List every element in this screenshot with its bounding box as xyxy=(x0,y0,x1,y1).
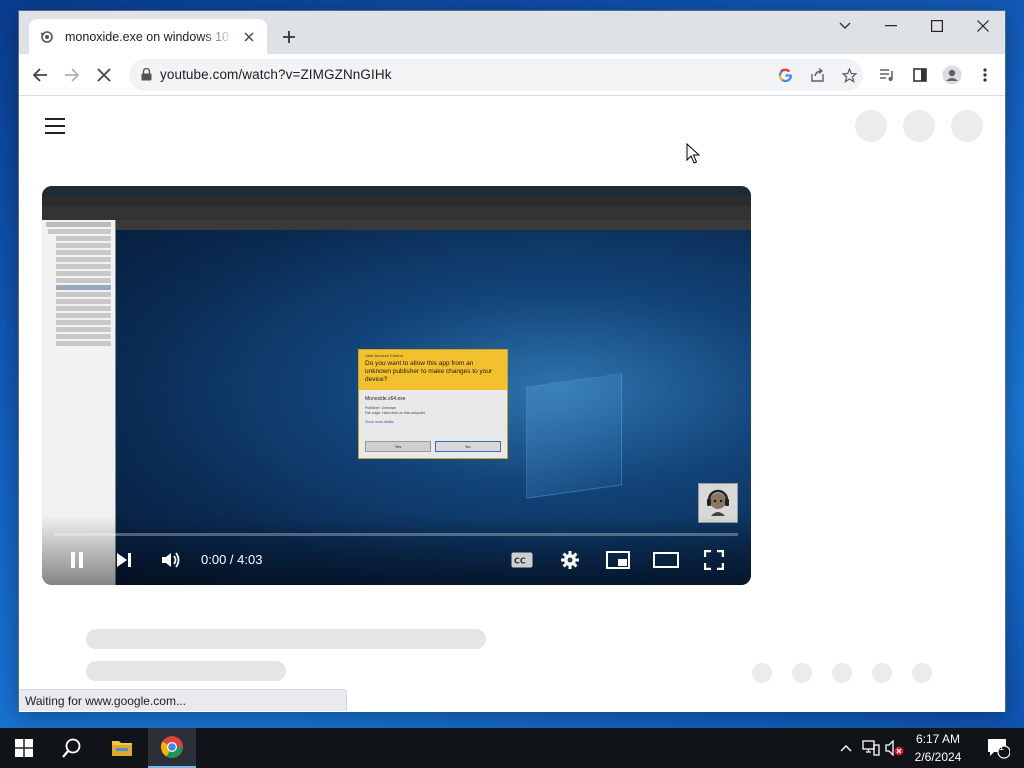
network-icon[interactable] xyxy=(860,728,882,768)
uac-header: User Account Control xyxy=(365,353,403,358)
uac-app-name: Monoxide.x64.exe xyxy=(365,396,406,402)
search-icon[interactable] xyxy=(48,728,96,768)
action-skeleton xyxy=(872,663,892,683)
uac-details-link: Show more details xyxy=(365,420,394,424)
browser-tab[interactable]: monoxide.exe on windows 10 (d xyxy=(29,19,267,54)
new-tab-button[interactable] xyxy=(278,26,300,48)
uac-yes-button: Yes xyxy=(365,441,431,452)
lock-icon[interactable] xyxy=(141,67,152,86)
video-vm-menubar xyxy=(42,196,751,206)
next-video-button[interactable] xyxy=(113,549,135,571)
action-skeleton xyxy=(752,663,772,683)
system-clock[interactable]: 6:17 AM 2/6/2024 xyxy=(905,730,971,766)
windows-taskbar: 6:17 AM 2/6/2024 1 xyxy=(0,728,1024,768)
start-button[interactable] xyxy=(0,728,48,768)
audio-playing-favicon-icon xyxy=(39,29,55,45)
svg-text:CC: CC xyxy=(514,557,526,566)
media-queue-icon[interactable] xyxy=(876,64,898,86)
bookmark-star-icon[interactable] xyxy=(839,65,859,85)
browser-toolbar: youtube.com/watch?v=ZIMGZNnGIHk xyxy=(19,54,1005,96)
clock-time: 6:17 AM xyxy=(915,732,961,746)
pause-button[interactable] xyxy=(66,549,88,571)
windows-logo-wallpaper xyxy=(526,373,622,499)
video-vm-toolbar xyxy=(42,206,751,220)
back-button[interactable] xyxy=(27,62,53,88)
fullscreen-icon[interactable] xyxy=(703,549,725,571)
show-hidden-icons-chevron-icon[interactable] xyxy=(836,728,856,768)
placeholder-icon xyxy=(855,110,887,142)
maximize-button[interactable] xyxy=(914,11,960,41)
uac-publisher: Publisher: Unknown xyxy=(365,406,397,410)
status-bubble: Waiting for www.google.com... xyxy=(19,689,347,711)
channel-skeleton xyxy=(86,661,286,681)
google-lens-icon[interactable] xyxy=(775,65,795,85)
tab-search-icon[interactable] xyxy=(822,11,868,41)
side-panel-icon[interactable] xyxy=(909,64,931,86)
theater-mode-icon[interactable] xyxy=(653,549,679,571)
uac-dialog: User Account Control Do you want to allo… xyxy=(358,349,508,459)
tab-close-icon[interactable] xyxy=(241,29,257,45)
captions-icon[interactable]: CC xyxy=(510,549,534,571)
action-skeleton xyxy=(912,663,932,683)
volume-muted-icon[interactable] xyxy=(884,728,906,768)
volume-icon[interactable] xyxy=(160,549,182,571)
progress-bar-fill xyxy=(54,533,89,536)
url-text[interactable]: youtube.com/watch?v=ZIMGZNnGIHk xyxy=(160,67,392,82)
video-vm-titlebar xyxy=(42,186,751,196)
file-explorer-icon[interactable] xyxy=(98,728,146,768)
profile-avatar-icon[interactable] xyxy=(941,64,963,86)
youtube-page: User Account Control Do you want to allo… xyxy=(19,97,1005,712)
browser-window: monoxide.exe on windows 10 (d youtube.co… xyxy=(18,10,1006,712)
uac-title: Do you want to allow this app from an un… xyxy=(365,360,493,383)
stop-loading-button[interactable] xyxy=(91,62,117,88)
guide-menu-icon[interactable] xyxy=(45,118,65,134)
action-skeleton xyxy=(792,663,812,683)
miniplayer-icon[interactable] xyxy=(606,549,630,571)
progress-bar[interactable] xyxy=(54,533,738,536)
settings-gear-icon[interactable] xyxy=(558,549,582,571)
chrome-taskbar-icon[interactable] xyxy=(148,728,196,768)
controls-gradient xyxy=(42,515,751,585)
placeholder-avatar xyxy=(951,110,983,142)
title-skeleton xyxy=(86,629,486,649)
share-icon[interactable] xyxy=(807,65,827,85)
minimize-button[interactable] xyxy=(868,11,914,41)
forward-button[interactable] xyxy=(59,62,85,88)
time-display: 0:00 / 4:03 xyxy=(201,552,263,567)
tab-title: monoxide.exe on windows 10 (d xyxy=(65,29,235,44)
video-player[interactable]: User Account Control Do you want to allo… xyxy=(42,186,751,585)
chrome-menu-icon[interactable] xyxy=(974,64,996,86)
address-bar[interactable]: youtube.com/watch?v=ZIMGZNnGIHk xyxy=(129,59,863,91)
uac-no-button: No xyxy=(435,441,501,452)
mouse-cursor-icon xyxy=(686,142,701,170)
clock-date: 2/6/2024 xyxy=(914,750,962,764)
video-vm-tabs xyxy=(116,220,751,230)
close-window-button[interactable] xyxy=(960,11,1006,41)
placeholder-icon xyxy=(903,110,935,142)
tab-strip: monoxide.exe on windows 10 (d xyxy=(19,11,1005,54)
action-skeleton xyxy=(832,663,852,683)
notification-center-icon[interactable]: 1 xyxy=(978,728,1018,768)
notification-count-badge: 1 xyxy=(999,742,1005,752)
